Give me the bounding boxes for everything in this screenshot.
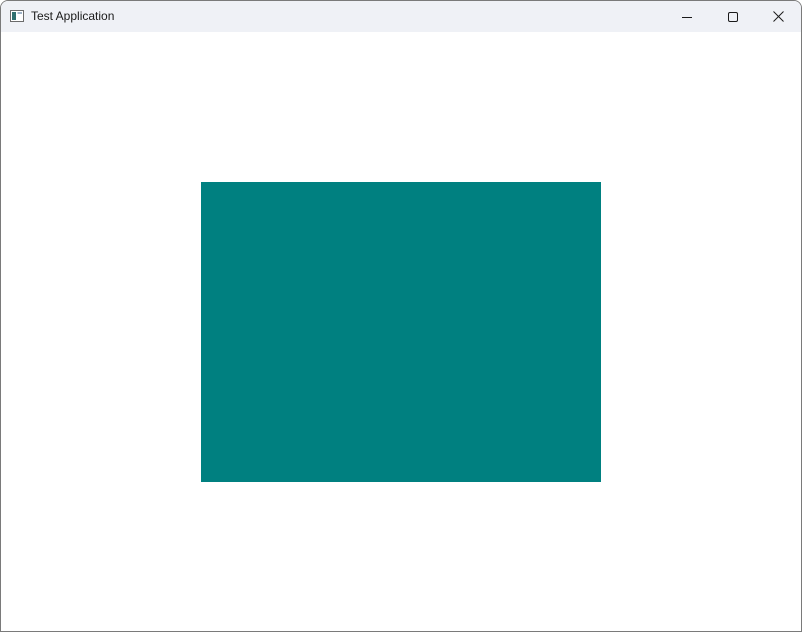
- teal-rectangle: [201, 182, 601, 482]
- client-area: [1, 32, 801, 631]
- maximize-button[interactable]: [710, 1, 756, 32]
- window-title: Test Application: [31, 9, 115, 23]
- title-bar[interactable]: Test Application: [1, 1, 801, 32]
- maximize-icon: [728, 11, 738, 22]
- app-window-icon: [9, 8, 25, 24]
- close-icon: [772, 11, 784, 22]
- minimize-button[interactable]: [664, 1, 710, 32]
- close-button[interactable]: [755, 1, 801, 32]
- app-window: Test Application: [0, 0, 802, 632]
- minimize-icon: [682, 12, 692, 22]
